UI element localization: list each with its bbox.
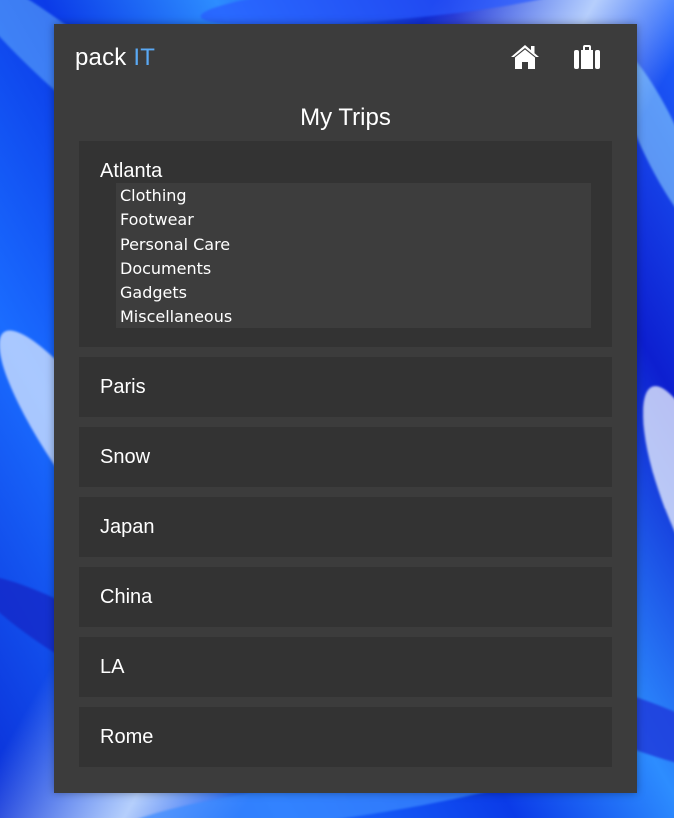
trips-button[interactable] [571,42,603,72]
category-item-gadgets[interactable]: Gadgets [120,281,591,305]
trip-list: Atlanta Clothing Footwear Personal Care … [79,141,612,777]
trip-item-la[interactable]: LA [79,637,612,697]
category-item-footwear[interactable]: Footwear [120,208,591,232]
category-item-miscellaneous[interactable]: Miscellaneous [120,305,591,329]
category-item-documents[interactable]: Documents [120,257,591,281]
category-item-personal-care[interactable]: Personal Care [120,233,591,257]
trip-name: Snow [100,446,151,468]
trip-name: Paris [100,376,146,398]
app-header: pack IT [54,24,637,92]
trip-item-paris[interactable]: Paris [79,357,612,417]
brand-logo[interactable]: pack IT [75,44,155,72]
trip-name: China [100,586,153,608]
trip-item-atlanta[interactable]: Atlanta Clothing Footwear Personal Care … [79,141,612,347]
brand-prefix: pack [75,44,127,71]
trip-item-snow[interactable]: Snow [79,427,612,487]
trip-name: Rome [100,726,154,748]
trip-name: LA [100,656,125,678]
trip-item-japan[interactable]: Japan [79,497,612,557]
category-item-clothing[interactable]: Clothing [120,184,591,208]
trip-name: Japan [100,516,155,538]
trip-item-rome[interactable]: Rome [79,707,612,767]
trip-item-china[interactable]: China [79,567,612,627]
page-title: My Trips [300,104,391,131]
app-window: pack IT My Trips Atlanta Clothing Footwe… [54,24,637,793]
luggage-icon [574,45,600,69]
home-icon [511,45,539,69]
home-button[interactable] [509,42,541,72]
category-list: Clothing Footwear Personal Care Document… [116,183,591,328]
trip-name: Atlanta [100,160,163,182]
brand-accent: IT [133,44,156,71]
